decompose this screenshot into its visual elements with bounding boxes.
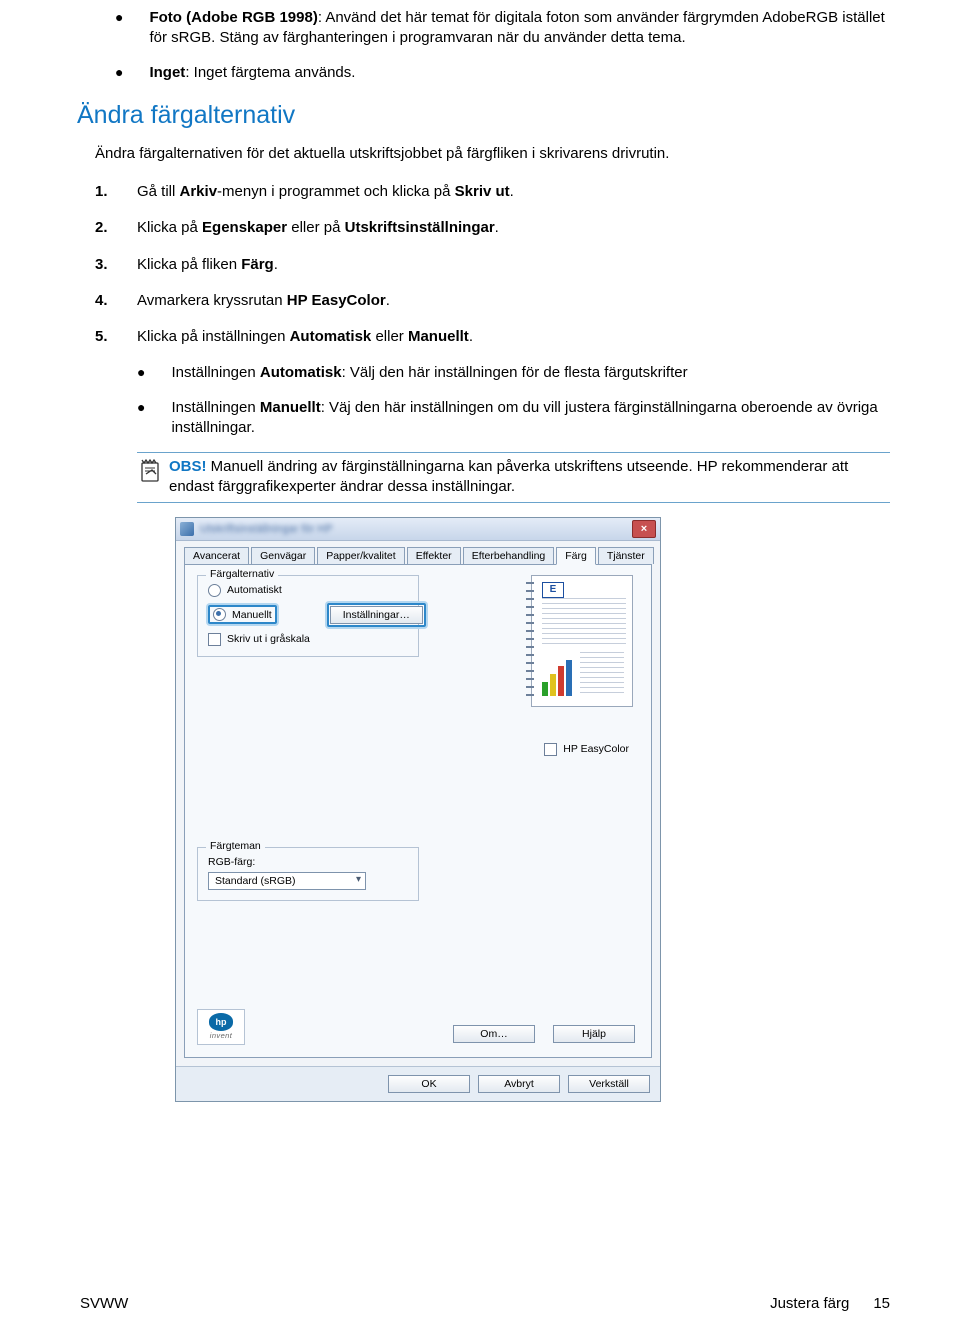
- tab-tjanster[interactable]: Tjänster: [598, 547, 654, 564]
- steps-list: 1. Gå till Arkiv-menyn i programmet och …: [95, 182, 890, 1102]
- rgb-dropdown[interactable]: Standard (sRGB): [208, 872, 366, 890]
- dialog-title: Utskriftsinställningar för HP: [200, 523, 333, 535]
- tab-efterbehandling[interactable]: Efterbehandling: [463, 547, 555, 564]
- tab-content: Färgalternativ Automatiskt Manuellt: [184, 564, 652, 1058]
- dialog-tabs: Avancerat Genvägar Papper/kvalitet Effek…: [184, 547, 652, 565]
- app-icon: [180, 522, 194, 536]
- tab-effekter[interactable]: Effekter: [407, 547, 461, 564]
- group-fargalternativ: Färgalternativ Automatiskt Manuellt: [197, 575, 419, 657]
- page-footer: SVWW Justera färg 15: [80, 1295, 890, 1312]
- preview-thumbnail: E: [513, 575, 633, 725]
- radio-automatiskt[interactable]: Automatiskt: [208, 584, 408, 597]
- hp-invent-text: invent: [210, 1031, 232, 1040]
- group-fargteman: Färgteman RGB-färg: Standard (sRGB): [197, 847, 419, 901]
- hp-logo: hp invent: [197, 1009, 245, 1045]
- note-box: OBS! Manuell ändring av färginställninga…: [137, 452, 890, 503]
- dialog-titlebar: Utskriftsinställningar för HP ×: [176, 518, 660, 541]
- footer-page-number: 15: [873, 1295, 890, 1312]
- sub-manuellt: ● Inställningen Manuellt: Väj den här in…: [137, 398, 890, 439]
- ok-button[interactable]: OK: [388, 1075, 470, 1093]
- note-text: Manuell ändring av färginställningarna k…: [169, 458, 848, 495]
- note-icon: [137, 457, 163, 489]
- easycolor-label: HP EasyColor: [563, 743, 629, 755]
- hp-logo-text: hp: [209, 1013, 233, 1031]
- radio-auto-label: Automatiskt: [227, 584, 282, 596]
- step-4: 4. Avmarkera kryssrutan HP EasyColor.: [95, 291, 890, 311]
- checkbox-gray-label: Skriv ut i gråskala: [227, 633, 310, 645]
- tab-papper[interactable]: Papper/kvalitet: [317, 547, 404, 564]
- bullet-inget: ● Inget: Inget färgtema används.: [115, 63, 890, 83]
- intro-text: Ändra färgalternativen för det aktuella …: [95, 144, 890, 164]
- tab-avancerat[interactable]: Avancerat: [184, 547, 249, 564]
- help-button[interactable]: Hjälp: [553, 1025, 635, 1043]
- radio-icon: [208, 584, 221, 597]
- apply-button[interactable]: Verkställ: [568, 1075, 650, 1093]
- dialog-footer: OK Avbryt Verkställ: [176, 1066, 660, 1101]
- bullet-foto: ● Foto (Adobe RGB 1998): Använd det här …: [115, 8, 890, 49]
- sub-automatisk: ● Inställningen Automatisk: Välj den här…: [137, 363, 890, 383]
- step-1: 1. Gå till Arkiv-menyn i programmet och …: [95, 182, 890, 202]
- radio-manuellt-highlight: Manuellt: [208, 605, 277, 624]
- footer-section-title: Justera färg: [770, 1295, 849, 1312]
- note-label: OBS!: [169, 458, 207, 475]
- sub-bullet-list: ● Inställningen Automatisk: Välj den här…: [137, 363, 890, 438]
- rgb-label: RGB-färg:: [208, 856, 408, 868]
- dialog-screenshot: Utskriftsinställningar för HP × Avancera…: [175, 517, 661, 1102]
- radio-manuellt[interactable]: Manuellt: [213, 608, 272, 621]
- checkbox-easycolor[interactable]: HP EasyColor: [544, 743, 629, 756]
- checkbox-icon: [544, 743, 557, 756]
- group-farg-title: Färgalternativ: [206, 568, 278, 580]
- cancel-button[interactable]: Avbryt: [478, 1075, 560, 1093]
- checkbox-grayscale[interactable]: Skriv ut i gråskala: [208, 633, 408, 646]
- checkbox-icon: [208, 633, 221, 646]
- tab-genvagar[interactable]: Genvägar: [251, 547, 315, 564]
- step-5: 5. Klicka på inställningen Automatisk el…: [95, 327, 890, 347]
- group-tema-title: Färgteman: [206, 840, 265, 852]
- radio-man-label: Manuellt: [232, 609, 272, 621]
- preview-letter: E: [542, 582, 564, 598]
- tab-farg[interactable]: Färg: [556, 547, 596, 565]
- footer-left: SVWW: [80, 1295, 128, 1312]
- top-bullet-list: ● Foto (Adobe RGB 1998): Använd det här …: [115, 8, 890, 83]
- settings-button[interactable]: Inställningar…: [330, 606, 423, 624]
- step-2: 2. Klicka på Egenskaper eller på Utskrif…: [95, 218, 890, 238]
- section-heading: Ändra färgalternativ: [77, 101, 890, 130]
- about-button[interactable]: Om…: [453, 1025, 535, 1043]
- radio-icon: [213, 608, 226, 621]
- settings-button-highlight: Inställningar…: [327, 603, 426, 627]
- close-button[interactable]: ×: [632, 520, 656, 538]
- step-3: 3. Klicka på fliken Färg.: [95, 255, 890, 275]
